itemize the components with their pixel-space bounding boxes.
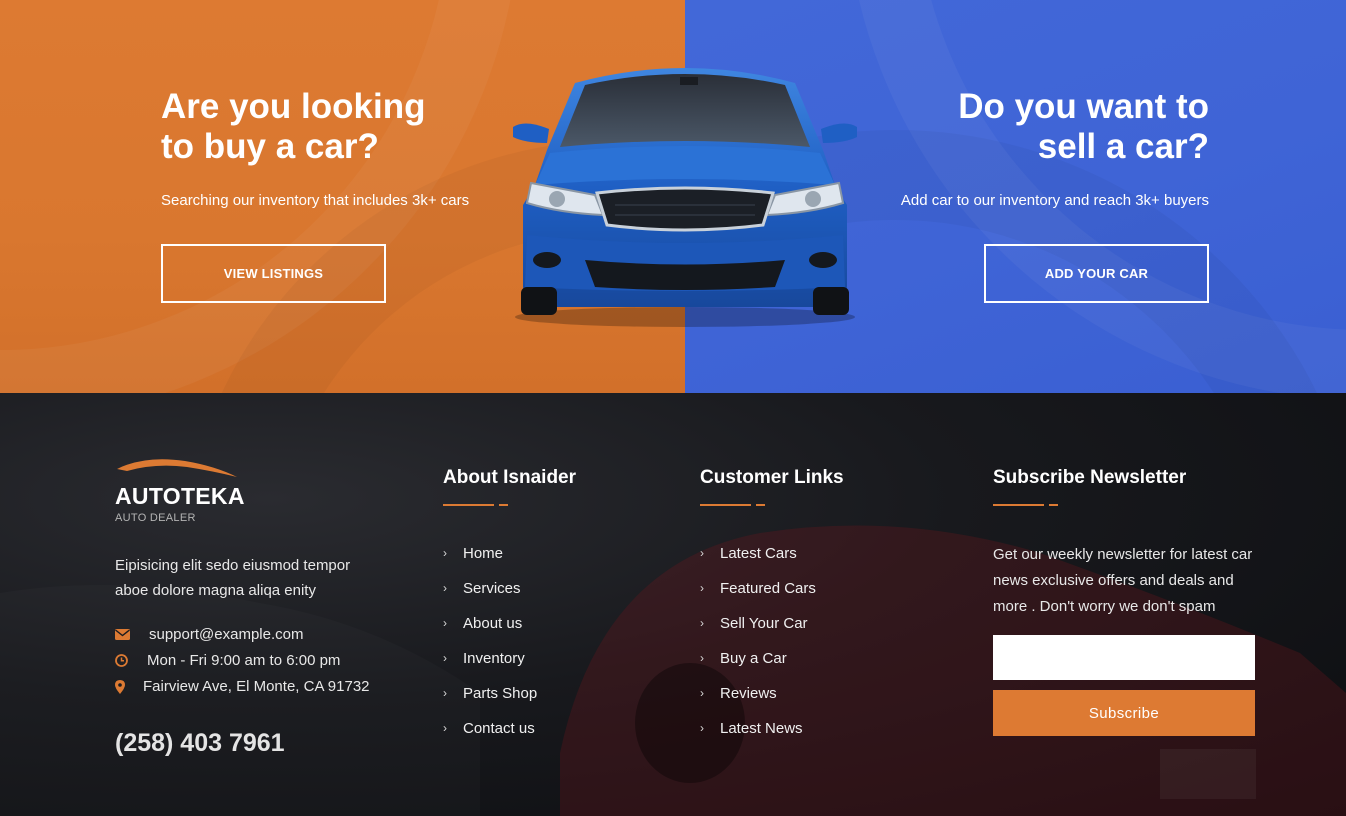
sell-car-title: Do you want to sell a car?	[958, 87, 1209, 166]
footer-link-contact-us[interactable]: › Contact us	[443, 720, 537, 755]
contact-address: Fairview Ave, El Monte, CA 91732	[115, 678, 370, 695]
clock-icon	[115, 654, 147, 667]
footer-link-home[interactable]: › Home	[443, 545, 537, 580]
customer-links-list: › Latest Cars › Featured Cars › Sell Your C…	[700, 545, 816, 755]
subscribe-button[interactable]: Subscribe	[993, 690, 1255, 736]
brand-description: Eipisicing elit sedo eiusmod tempor aboe…	[115, 557, 351, 599]
footer-link-parts-shop[interactable]: › Parts Shop	[443, 685, 537, 720]
contact-hours: Mon - Fri 9:00 am to 6:00 pm	[115, 652, 340, 669]
footer-link-inventory[interactable]: › Inventory	[443, 650, 537, 685]
site-footer: AUTOTEKA AUTO DEALER Eipisicing elit sed…	[0, 393, 1346, 816]
contact-email-text[interactable]: support@example.com	[149, 626, 303, 643]
phone-number[interactable]: (258) 403 7961	[115, 729, 285, 758]
customer-title-underline	[700, 504, 765, 506]
chevron-right-icon: ›	[443, 721, 447, 735]
chevron-right-icon: ›	[700, 546, 704, 560]
logo-name: AUTOTEKA	[115, 483, 245, 509]
newsletter-email-input[interactable]	[993, 635, 1255, 680]
buy-car-subtitle: Searching our inventory that includes 3k…	[161, 192, 470, 209]
chevron-right-icon: ›	[700, 616, 704, 630]
footer-link-latest-cars[interactable]: › Latest Cars	[700, 545, 816, 580]
newsletter-title: Subscribe Newsletter	[993, 467, 1187, 488]
footer-link-featured-cars[interactable]: › Featured Cars	[700, 580, 816, 615]
car-image	[513, 68, 857, 327]
chevron-right-icon: ›	[700, 721, 704, 735]
about-column-title: About Isnaider	[443, 467, 577, 488]
contact-address-text: Fairview Ave, El Monte, CA 91732	[143, 678, 370, 695]
hero-section: Are you looking to buy a car? Searching …	[0, 0, 1346, 393]
logo-tagline: AUTO DEALER	[115, 512, 196, 524]
chevron-right-icon: ›	[700, 686, 704, 700]
contact-email[interactable]: support@example.com	[115, 626, 303, 643]
chevron-right-icon: ›	[443, 686, 447, 700]
chevron-right-icon: ›	[700, 651, 704, 665]
autoteka-logo[interactable]: AUTOTEKA AUTO DEALER	[115, 457, 265, 525]
chevron-right-icon: ›	[700, 581, 704, 595]
chevron-right-icon: ›	[443, 651, 447, 665]
envelope-icon	[115, 629, 149, 640]
about-title-underline	[443, 504, 508, 506]
footer-link-latest-news[interactable]: › Latest News	[700, 720, 816, 755]
view-listings-button[interactable]: VIEW LISTINGS	[161, 244, 386, 303]
chevron-right-icon: ›	[443, 546, 447, 560]
chevron-right-icon: ›	[443, 616, 447, 630]
about-links-list: › Home › Services › About us › Inventory › Pa…	[443, 545, 537, 755]
chevron-right-icon: ›	[443, 581, 447, 595]
footer-link-reviews[interactable]: › Reviews	[700, 685, 816, 720]
footer-link-services[interactable]: › Services	[443, 580, 537, 615]
footer-link-sell-your-car[interactable]: › Sell Your Car	[700, 615, 816, 650]
newsletter-description: Get our weekly newsletter for latest car…	[993, 546, 1253, 615]
footer-link-about-us[interactable]: › About us	[443, 615, 537, 650]
customer-links-title: Customer Links	[700, 467, 844, 488]
contact-hours-text: Mon - Fri 9:00 am to 6:00 pm	[147, 652, 341, 669]
add-your-car-button[interactable]: ADD YOUR CAR	[984, 244, 1209, 303]
footer-link-buy-a-car[interactable]: › Buy a Car	[700, 650, 816, 685]
newsletter-title-underline	[993, 504, 1058, 506]
logo-swoosh-icon	[117, 459, 237, 477]
buy-car-title: Are you looking to buy a car?	[161, 87, 426, 166]
sell-car-subtitle: Add car to our inventory and reach 3k+ b…	[900, 192, 1209, 209]
map-pin-icon	[115, 679, 143, 694]
